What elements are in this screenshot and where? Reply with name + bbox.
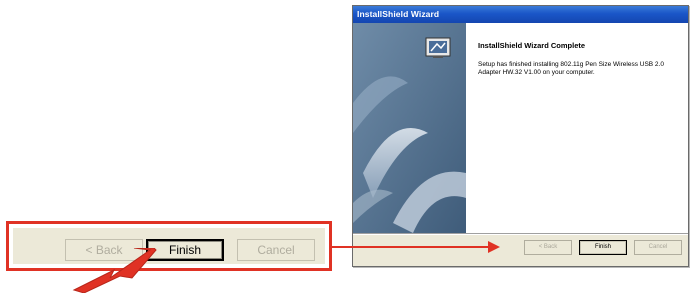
side-panel-art xyxy=(353,23,466,233)
connector-line xyxy=(332,246,350,248)
content-area: InstallShield Wizard Complete Setup has … xyxy=(466,23,688,233)
wizard-button-row: < Back Finish Cancel xyxy=(524,240,682,256)
finish-button[interactable]: Finish xyxy=(579,240,627,255)
button-separator xyxy=(353,233,688,235)
red-arrow-pointer-icon xyxy=(72,248,157,293)
completion-message: Setup has finished installing 802.11g Pe… xyxy=(478,61,664,76)
back-button[interactable]: < Back xyxy=(524,240,572,255)
zoom-callout-box: < Back Finish Cancel xyxy=(6,221,332,271)
installshield-wizard-window: InstallShield Wizard InstallShield Wizar… xyxy=(352,5,689,267)
zoom-cancel-button[interactable]: Cancel xyxy=(237,239,315,261)
pointer-arrowhead-icon xyxy=(488,241,500,253)
zoom-callout-inner: < Back Finish Cancel xyxy=(13,228,325,264)
window-title: InstallShield Wizard xyxy=(353,6,688,23)
computer-setup-icon xyxy=(425,37,451,59)
completion-heading: InstallShield Wizard Complete xyxy=(478,41,586,50)
cancel-button[interactable]: Cancel xyxy=(634,240,682,255)
pointer-arrow-line xyxy=(350,246,490,248)
